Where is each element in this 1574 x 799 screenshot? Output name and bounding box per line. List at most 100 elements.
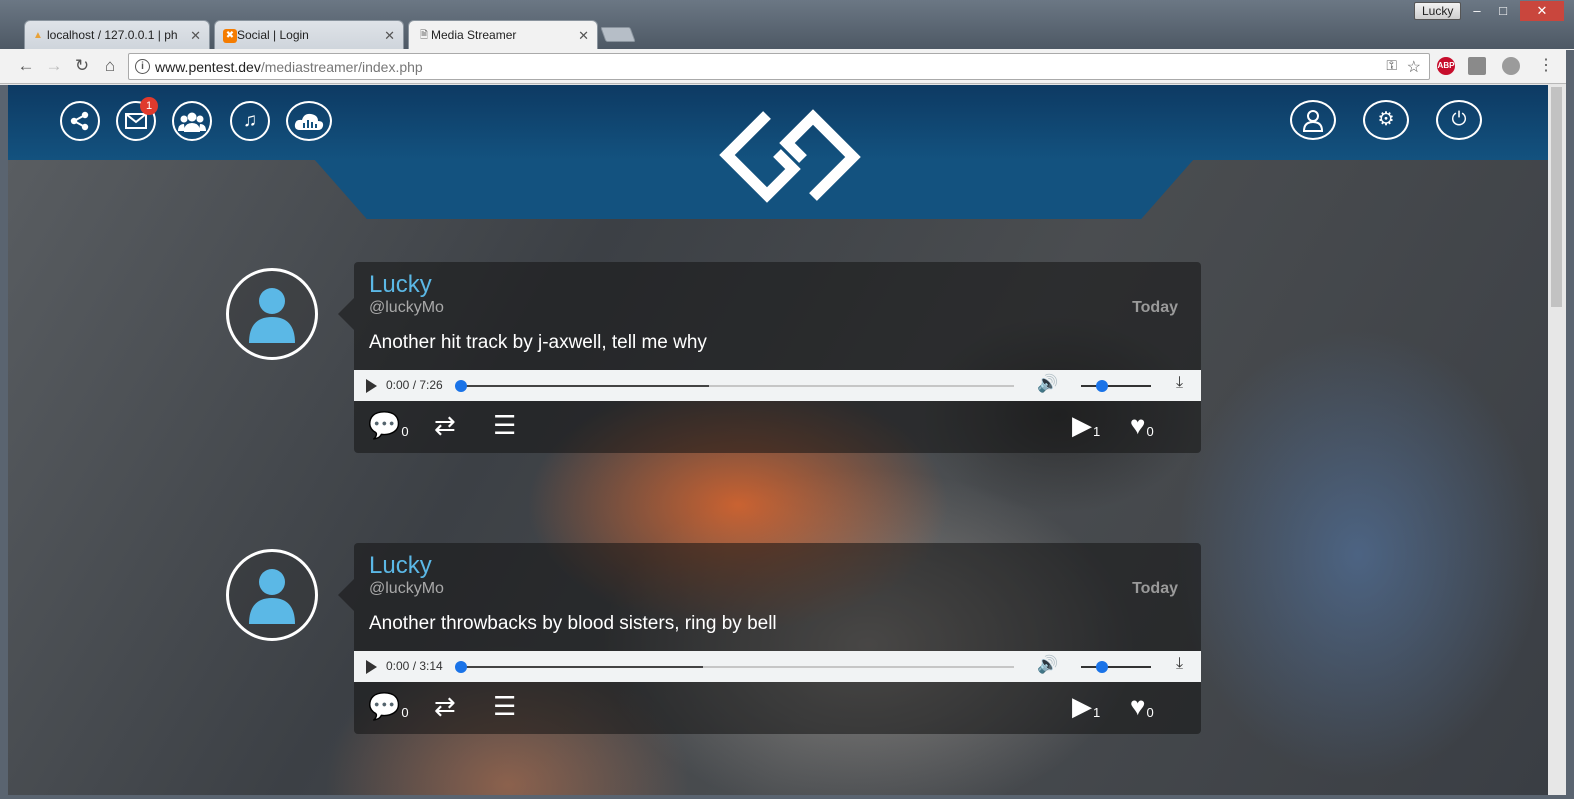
seek-knob[interactable] <box>455 380 467 392</box>
close-window-icon[interactable]: ✕ <box>1520 1 1564 21</box>
browser-toolbar: ← → ↻ ⌂ i www.pentest.dev/mediastreamer/… <box>0 49 1574 84</box>
share-icon[interactable] <box>60 101 100 141</box>
mail-icon <box>125 113 147 129</box>
star-icon[interactable]: ☆ <box>1407 57 1421 77</box>
post-message: Another hit track by j-axwell, tell me w… <box>369 332 707 353</box>
like-button[interactable]: ♥0 <box>1130 691 1154 722</box>
avatar[interactable] <box>226 549 318 641</box>
window-frame <box>1566 50 1574 799</box>
post-username[interactable]: Lucky <box>369 271 432 299</box>
post-card: Lucky @luckyMo Today Another throwbacks … <box>338 543 1201 734</box>
post-handle: @luckyMo <box>369 580 444 597</box>
new-tab-button[interactable] <box>600 27 636 42</box>
tab-title: Social | Login <box>237 28 309 42</box>
close-icon[interactable]: ✕ <box>578 21 589 49</box>
seek-bar[interactable] <box>455 380 1014 392</box>
back-icon[interactable]: ← <box>16 56 36 76</box>
extension-icon[interactable] <box>1468 57 1486 75</box>
reload-icon[interactable]: ↻ <box>72 56 92 76</box>
url-path: /mediastreamer/index.php <box>260 59 423 75</box>
play-icon: ▶ <box>1072 410 1092 440</box>
volume-knob[interactable] <box>1096 661 1108 673</box>
tab-phpmyadmin[interactable]: ▲ localhost / 127.0.0.1 | ph ✕ <box>24 20 210 49</box>
key-icon[interactable]: ⚿ <box>1386 57 1397 74</box>
tab-social-login[interactable]: ✖ Social | Login ✕ <box>214 20 404 49</box>
mail-button[interactable]: 1 <box>116 97 158 141</box>
close-icon[interactable]: ✕ <box>190 21 201 49</box>
post-username[interactable]: Lucky <box>369 552 432 580</box>
volume-icon[interactable]: 🔊 <box>1037 374 1058 394</box>
page-icon: 🗎 <box>419 30 429 41</box>
forward-icon[interactable]: → <box>44 56 64 76</box>
post-actions: 💬0 ⇄ ☰ ▶1 ♥0 <box>354 682 1201 734</box>
mail-badge: 1 <box>140 97 158 115</box>
post-message: Another throwbacks by blood sisters, rin… <box>369 613 777 634</box>
comment-icon: 💬 <box>368 410 401 440</box>
like-count: 0 <box>1146 705 1154 720</box>
window-frame <box>0 795 1574 799</box>
like-count: 0 <box>1146 424 1154 439</box>
volume-slider[interactable] <box>1081 661 1151 673</box>
play-count: 1 <box>1093 705 1101 720</box>
repost-icon[interactable]: ⇄ <box>434 410 456 441</box>
seek-knob[interactable] <box>455 661 467 673</box>
url-host: www.pentest.dev <box>155 59 261 75</box>
users-icon[interactable] <box>172 101 212 141</box>
gear-icon[interactable]: ⚙ <box>1363 100 1409 140</box>
extension-icon[interactable] <box>1502 57 1520 75</box>
play-count: 1 <box>1093 424 1101 439</box>
info-icon[interactable]: i <box>135 59 150 74</box>
play-icon[interactable] <box>366 379 377 393</box>
player-time: 0:00 / 7:26 <box>386 378 443 392</box>
download-icon[interactable]: ⤓ <box>1176 374 1183 392</box>
post-date: Today <box>1132 580 1178 597</box>
tab-title: localhost / 127.0.0.1 | ph <box>47 28 178 42</box>
post-actions: 💬0 ⇄ ☰ ▶1 ♥0 <box>354 401 1201 453</box>
menu-icon[interactable]: ⋮ <box>1538 55 1554 75</box>
home-icon[interactable]: ⌂ <box>100 56 120 76</box>
play-icon: ▶ <box>1072 691 1092 721</box>
music-icon[interactable]: ♫ <box>230 101 270 141</box>
address-bar[interactable]: i www.pentest.dev/mediastreamer/index.ph… <box>128 53 1430 80</box>
buffer-bar <box>459 385 709 387</box>
cloud-icon[interactable] <box>286 101 332 141</box>
play-count-button[interactable]: ▶1 <box>1072 691 1100 722</box>
volume-knob[interactable] <box>1096 380 1108 392</box>
power-icon[interactable]: ⏻ <box>1436 100 1482 140</box>
scrollbar-thumb[interactable] <box>1551 87 1562 307</box>
volume-icon[interactable]: 🔊 <box>1037 655 1058 675</box>
profile-badge[interactable]: Lucky <box>1414 2 1462 20</box>
list-icon[interactable]: ☰ <box>493 691 516 722</box>
page-scrollbar[interactable] <box>1548 85 1566 795</box>
window-titlebar: Lucky – □ ✕ ▲ localhost / 127.0.0.1 | ph… <box>0 0 1574 50</box>
window-frame <box>0 85 8 799</box>
heart-icon: ♥ <box>1130 691 1146 721</box>
minimize-icon[interactable]: – <box>1464 1 1490 21</box>
seek-bar[interactable] <box>455 661 1014 673</box>
user-icon[interactable] <box>1290 100 1336 140</box>
maximize-icon[interactable]: □ <box>1490 1 1516 21</box>
play-icon[interactable] <box>366 660 377 674</box>
tab-media-streamer[interactable]: 🗎 Media Streamer ✕ <box>408 20 598 49</box>
download-icon[interactable]: ⤓ <box>1176 655 1183 673</box>
audio-player: 0:00 / 3:14 🔊 ⤓ <box>354 651 1201 682</box>
play-count-button[interactable]: ▶1 <box>1072 410 1100 441</box>
like-button[interactable]: ♥0 <box>1130 410 1154 441</box>
list-icon[interactable]: ☰ <box>493 410 516 441</box>
comment-button[interactable]: 💬0 <box>368 410 409 441</box>
avatar[interactable] <box>226 268 318 360</box>
page-viewport: 1 ♫ ⚙ ⏻ Lucky @luckyMo Today Another hit… <box>8 85 1548 795</box>
comment-button[interactable]: 💬0 <box>368 691 409 722</box>
close-icon[interactable]: ✕ <box>384 21 395 49</box>
post-card: Lucky @luckyMo Today Another hit track b… <box>338 262 1201 453</box>
card-pointer <box>338 579 354 611</box>
heart-icon: ♥ <box>1130 410 1146 440</box>
post-handle: @luckyMo <box>369 299 444 316</box>
adblock-icon[interactable]: ABP <box>1437 57 1455 75</box>
post-date: Today <box>1132 299 1178 316</box>
buffer-bar <box>459 666 704 668</box>
repost-icon[interactable]: ⇄ <box>434 691 456 722</box>
comment-count: 0 <box>401 424 409 439</box>
tab-title: Media Streamer <box>431 28 517 42</box>
volume-slider[interactable] <box>1081 380 1151 392</box>
